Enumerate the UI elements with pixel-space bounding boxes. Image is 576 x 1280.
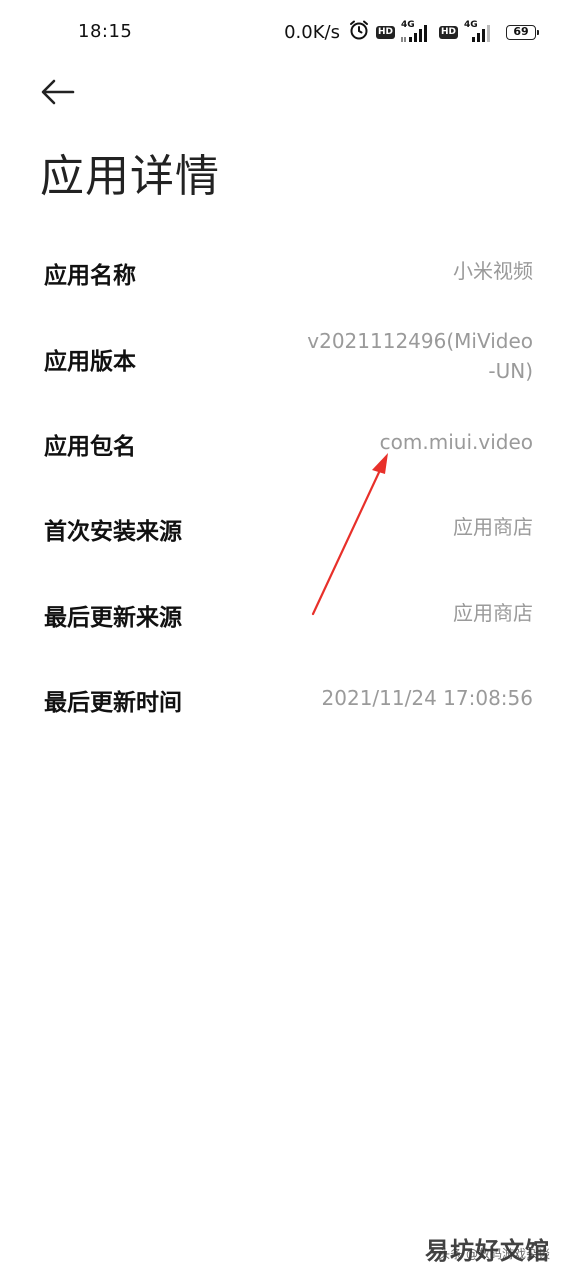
detail-label: 最后更新时间 xyxy=(44,690,182,716)
detail-value: v2021112496(MiVideo -UN) xyxy=(307,329,533,383)
status-bar: 18:15 0.0K/s HD 4G HD 4G 69 xyxy=(0,0,576,64)
detail-label: 首次安装来源 xyxy=(44,519,182,545)
signal-icon-1: 4G xyxy=(401,20,433,44)
watermark-sub: 头条 @数码游戏杂谈 xyxy=(438,1247,550,1261)
detail-label: 应用版本 xyxy=(44,349,136,375)
detail-label: 应用名称 xyxy=(44,263,136,289)
detail-value: com.miui.video xyxy=(379,430,533,454)
detail-value: 应用商店 xyxy=(453,515,533,539)
detail-label: 应用包名 xyxy=(44,434,136,460)
battery-icon: 69 xyxy=(506,24,539,40)
screen: 18:15 0.0K/s HD 4G HD 4G 69 应用详情 应用名称 小米… xyxy=(0,0,576,1280)
back-arrow-icon xyxy=(41,79,75,105)
detail-label: 最后更新来源 xyxy=(44,605,182,631)
status-icons: 0.0K/s HD 4G HD 4G 69 xyxy=(284,18,539,46)
detail-value: 小米视频 xyxy=(453,259,533,283)
detail-value: 2021/11/24 17:08:56 xyxy=(321,686,533,710)
hd-badge-1: HD xyxy=(375,25,395,39)
alarm-icon xyxy=(348,19,370,45)
net-speed: 0.0K/s xyxy=(284,21,340,43)
watermark: 易坊好文馆 头条 @数码游戏杂谈 xyxy=(425,1231,550,1266)
hd-badge-2: HD xyxy=(438,25,458,39)
page-title: 应用详情 xyxy=(40,151,220,202)
status-time: 18:15 xyxy=(78,21,133,42)
signal-icon-2: 4G xyxy=(464,20,496,44)
back-button[interactable] xyxy=(38,74,78,110)
detail-value: 应用商店 xyxy=(453,601,533,625)
